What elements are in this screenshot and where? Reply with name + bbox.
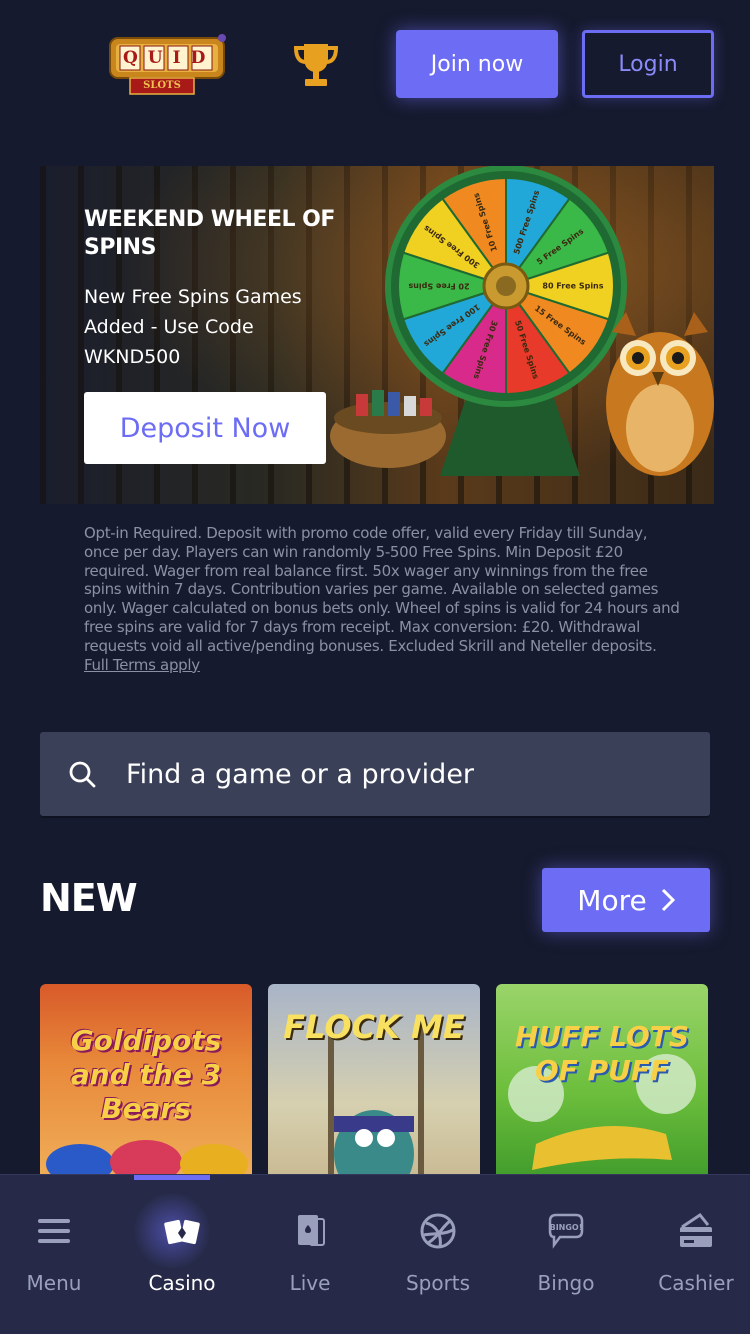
game-tile-huff-lots-of-puff[interactable]: HUFF LOTS OF PUFF	[496, 984, 708, 1184]
nav-label: Cashier	[658, 1271, 734, 1295]
bottom-nav: Menu Casino Live Sports BINGO! Bingo Cas…	[0, 1174, 750, 1334]
section-title-new: NEW	[40, 876, 138, 920]
menu-icon	[38, 1219, 70, 1243]
casino-icon	[164, 1219, 200, 1245]
nav-label: Bingo	[537, 1271, 595, 1295]
game-title: HUFF LOTS OF PUFF	[514, 1020, 690, 1087]
nav-item-live[interactable]: Live	[246, 1175, 374, 1334]
game-title: Goldipots and the 3 Bears	[70, 1024, 222, 1125]
svg-text:BINGO!: BINGO!	[550, 1223, 583, 1232]
search-icon	[69, 761, 96, 788]
nav-label: Casino	[148, 1271, 216, 1295]
promo-title: WEEKEND WHEEL OF SPINS	[84, 207, 335, 260]
cashier-icon	[680, 1212, 712, 1247]
full-terms-link[interactable]: Full Terms apply	[84, 656, 200, 674]
more-button[interactable]: More	[542, 868, 710, 932]
nav-item-menu[interactable]: Menu	[0, 1175, 118, 1334]
more-label: More	[577, 883, 647, 917]
search-input[interactable]	[126, 732, 686, 816]
bingo-icon: BINGO!	[548, 1213, 584, 1249]
nav-item-cashier[interactable]: Cashier	[632, 1175, 750, 1334]
wheel-segment-label: 20 Free Spins	[408, 282, 469, 291]
wheel-of-spins-illustration: 500 Free Spins 5 Free Spins 80 Free Spins 1…	[330, 166, 714, 504]
nav-item-bingo[interactable]: BINGO! Bingo	[502, 1175, 630, 1334]
live-cards-icon	[298, 1215, 325, 1246]
nav-item-sports[interactable]: Sports	[374, 1175, 502, 1334]
logo-text-bottom: SLOTS	[143, 80, 181, 91]
sports-ball-icon	[420, 1213, 456, 1249]
logo-text-top: QUID	[123, 48, 216, 68]
chevron-right-icon	[661, 888, 675, 912]
deposit-now-button[interactable]: Deposit Now	[84, 392, 326, 464]
promo-subtitle: New Free Spins Games Added - Use Code WK…	[84, 286, 302, 368]
search-bar[interactable]	[40, 732, 710, 816]
nav-item-casino[interactable]: Casino	[118, 1175, 246, 1334]
game-tile-flock-me[interactable]: FLOCK ME	[268, 984, 480, 1184]
game-tile-goldipots[interactable]: Goldipots and the 3 Bears	[40, 984, 252, 1184]
quid-slots-logo[interactable]: QUID SLOTS	[106, 34, 228, 98]
wheel-segment-label: 80 Free Spins	[542, 282, 603, 291]
promo-terms: Opt-in Required. Deposit with promo code…	[84, 524, 680, 674]
terms-text: Opt-in Required. Deposit with promo code…	[84, 524, 680, 655]
game-title: FLOCK ME	[283, 1008, 465, 1046]
login-button[interactable]: Login	[582, 30, 714, 98]
join-now-button[interactable]: Join now	[396, 30, 558, 98]
nav-label: Live	[289, 1271, 331, 1295]
nav-label: Menu	[26, 1271, 82, 1295]
trophy-icon[interactable]	[292, 40, 340, 90]
promo-banner: WEEKEND WHEEL OF SPINS New Free Spins Ga…	[40, 166, 714, 504]
nav-label: Sports	[405, 1271, 471, 1295]
